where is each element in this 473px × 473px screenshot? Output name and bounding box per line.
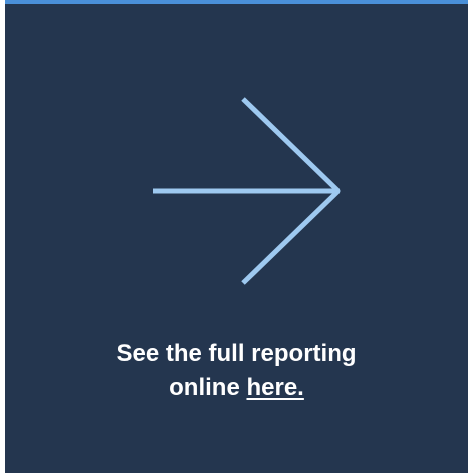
cta-line-2: online here.	[5, 371, 468, 405]
cta-text: See the full reporting online here.	[5, 337, 468, 405]
promo-card: See the full reporting online here.	[5, 0, 468, 473]
here-link[interactable]: here.	[246, 374, 303, 401]
cta-line-2-prefix: online	[169, 374, 240, 401]
cta-line-1: See the full reporting	[116, 340, 357, 367]
arrow-right-icon[interactable]	[145, 94, 345, 289]
